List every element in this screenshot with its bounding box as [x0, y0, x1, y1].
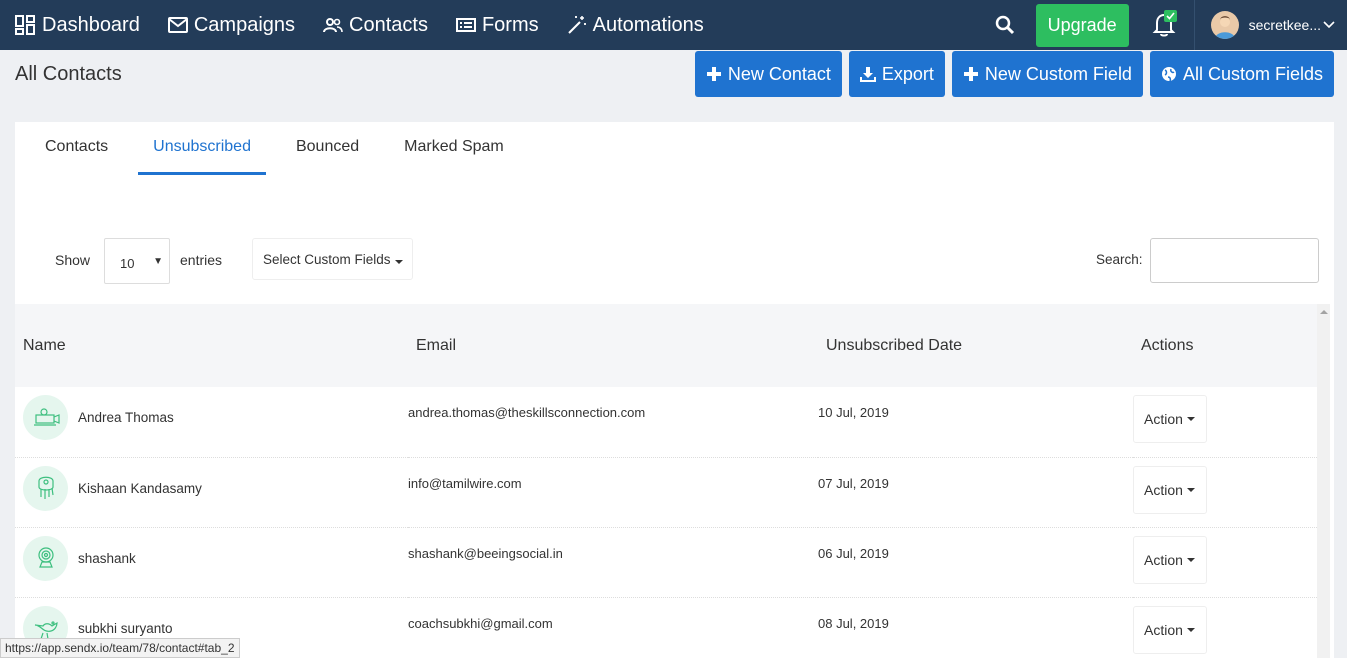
- global-search-button[interactable]: [980, 0, 1030, 50]
- nav-label: Forms: [481, 13, 539, 36]
- nav-forms[interactable]: Forms: [442, 0, 553, 50]
- unsubscribed-date: 07 Jul, 2019: [818, 475, 889, 491]
- all-custom-fields-button[interactable]: All Custom Fields: [1149, 51, 1334, 97]
- notification-badge: [1163, 10, 1177, 22]
- tab-unsubscribed[interactable]: Unsubscribed: [138, 122, 266, 175]
- contacts-table-wrap: Name Email Unsubscribed Date Actions And…: [15, 304, 1317, 658]
- magic-wand-icon: [567, 16, 586, 34]
- nav-campaigns[interactable]: Campaigns: [154, 0, 309, 50]
- table-controls: Show 10 ▼ entries Select Custom Fields S…: [15, 238, 1334, 284]
- search-input[interactable]: [1150, 238, 1319, 283]
- caret-down-icon: [1186, 557, 1195, 562]
- search-label: Search:: [1096, 252, 1143, 267]
- contact-avatar-icon: [23, 465, 68, 511]
- select-custom-fields-dropdown[interactable]: Select Custom Fields: [252, 238, 413, 280]
- action-dropdown-button[interactable]: Action: [1133, 395, 1207, 443]
- nav-label: Automations: [592, 13, 704, 36]
- nav-label: Dashboard: [42, 13, 140, 36]
- envelope-icon: [167, 17, 188, 33]
- caret-down-icon: [1186, 487, 1195, 492]
- contacts-card: Contacts Unsubscribed Bounced Marked Spa…: [15, 122, 1334, 658]
- unsubscribed-date: 08 Jul, 2019: [818, 615, 889, 631]
- status-bar-url: https://app.sendx.io/team/78/contact#tab…: [0, 638, 240, 658]
- action-dropdown-button[interactable]: Action: [1133, 605, 1207, 654]
- new-custom-field-button[interactable]: New Custom Field: [951, 51, 1143, 97]
- vertical-scrollbar[interactable]: [1317, 304, 1330, 658]
- contact-name[interactable]: subkhi suryanto: [78, 621, 173, 636]
- page-title: All Contacts: [15, 63, 122, 85]
- entries-value: 10: [120, 256, 135, 271]
- contact-email: coachsubkhi@gmail.com: [408, 615, 553, 631]
- entries-label: entries: [180, 252, 223, 268]
- action-dropdown-button[interactable]: Action: [1133, 535, 1207, 584]
- notifications-button[interactable]: [1135, 0, 1195, 50]
- contact-avatar-icon: [23, 395, 68, 440]
- chevron-down-icon: [1323, 21, 1335, 29]
- action-bar: New Contact Export New Custom Field All …: [694, 51, 1334, 97]
- table-row: shashank shashank@beeingsocial.in 06 Jul…: [15, 527, 1317, 597]
- column-header-email[interactable]: Email: [408, 304, 818, 387]
- user-name: secretkee...: [1248, 17, 1321, 33]
- table-row: Andrea Thomas andrea.thomas@theskillscon…: [15, 387, 1317, 457]
- contact-name[interactable]: Kishaan Kandasamy: [78, 481, 202, 496]
- plus-icon: [706, 67, 721, 81]
- search-icon: [995, 15, 1014, 35]
- nav-dashboard[interactable]: Dashboard: [0, 0, 154, 50]
- entries-select[interactable]: 10 ▼: [104, 238, 170, 284]
- avatar: [1210, 11, 1239, 39]
- form-icon: [455, 18, 476, 32]
- export-button[interactable]: Export: [848, 51, 945, 97]
- contact-name[interactable]: shashank: [78, 551, 136, 566]
- new-contact-button[interactable]: New Contact: [694, 51, 842, 97]
- unsubscribed-date: 06 Jul, 2019: [818, 545, 889, 561]
- tab-bounced[interactable]: Bounced: [281, 122, 374, 175]
- contact-avatar-icon: [23, 535, 68, 581]
- user-menu[interactable]: secretkee...: [1195, 0, 1347, 50]
- nav-automations[interactable]: Automations: [553, 0, 718, 50]
- caret-down-icon: [394, 260, 403, 264]
- tab-marked-spam[interactable]: Marked Spam: [389, 122, 519, 175]
- nav-contacts[interactable]: Contacts: [309, 0, 442, 50]
- check-icon: [1166, 12, 1175, 20]
- caret-down-icon: ▼: [153, 256, 163, 267]
- contact-email: andrea.thomas@theskillsconnection.com: [408, 405, 646, 420]
- upgrade-button[interactable]: Upgrade: [1035, 3, 1129, 47]
- nav-right: Upgrade secretkee...: [980, 0, 1347, 50]
- caret-down-icon: [1186, 627, 1195, 632]
- column-header-actions: Actions: [1141, 336, 1194, 354]
- nav-label: Contacts: [349, 13, 428, 36]
- unsubscribed-date: 10 Jul, 2019: [818, 405, 889, 420]
- column-header-name[interactable]: Name: [15, 304, 408, 387]
- show-label: Show: [55, 252, 91, 268]
- caret-down-icon: [1186, 417, 1195, 421]
- column-header-date[interactable]: Unsubscribed Date: [818, 304, 1133, 387]
- contacts-table: Name Email Unsubscribed Date Actions And…: [15, 304, 1317, 658]
- tab-bar: Contacts Unsubscribed Bounced Marked Spa…: [15, 122, 1334, 175]
- globe-icon: [1161, 67, 1176, 82]
- action-dropdown-button[interactable]: Action: [1133, 465, 1207, 514]
- users-icon: [323, 18, 343, 33]
- scroll-up-arrow-icon[interactable]: [1320, 310, 1328, 314]
- contact-email: shashank@beeingsocial.in: [408, 545, 563, 561]
- tab-contacts[interactable]: Contacts: [30, 122, 123, 175]
- table-header-row: Name Email Unsubscribed Date Actions: [15, 304, 1317, 387]
- contact-email: info@tamilwire.com: [408, 475, 522, 491]
- contact-name[interactable]: Andrea Thomas: [78, 410, 174, 425]
- table-row: Kishaan Kandasamy info@tamilwire.com 07 …: [15, 457, 1317, 527]
- dashboard-icon: [15, 15, 35, 35]
- nav-label: Campaigns: [193, 13, 296, 36]
- download-icon: [859, 67, 876, 82]
- top-nav: Dashboard Campaigns Contacts Forms Autom…: [0, 0, 1347, 50]
- plus-icon: [963, 67, 978, 81]
